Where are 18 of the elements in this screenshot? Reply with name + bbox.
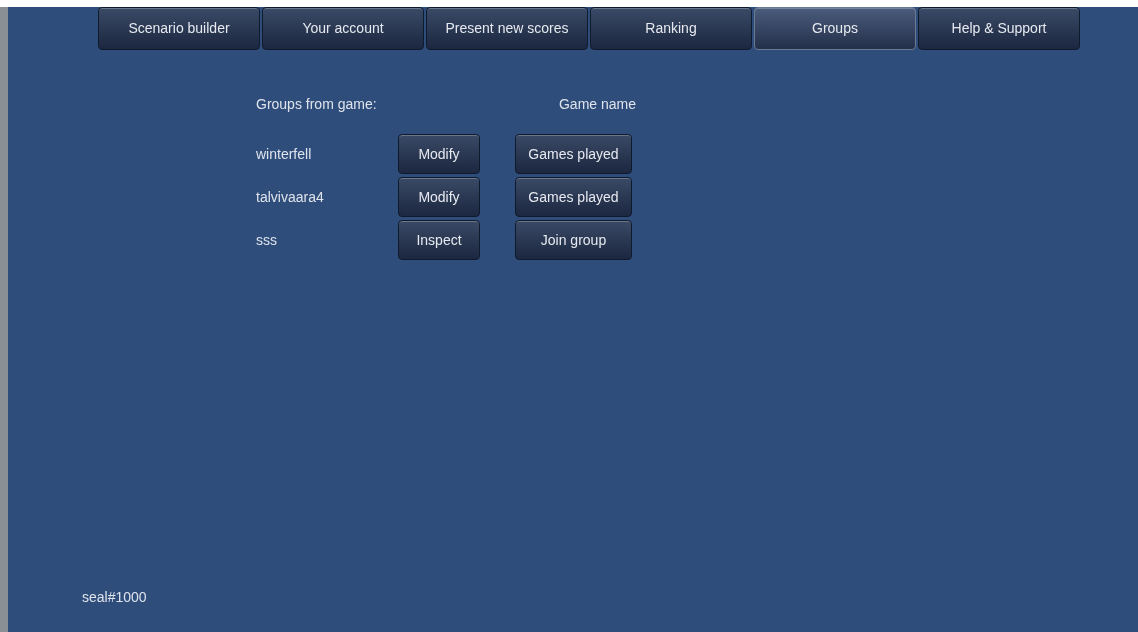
- game-action-button[interactable]: Join group: [515, 220, 632, 260]
- username: seal#1000: [82, 588, 148, 607]
- group-action-button[interactable]: Modify: [398, 134, 480, 174]
- group-action-button[interactable]: Modify: [398, 177, 480, 217]
- nav-tab[interactable]: Ranking: [590, 7, 752, 50]
- nav-tab[interactable]: Scenario builder: [98, 7, 260, 50]
- nav-tab[interactable]: Your account: [262, 7, 424, 50]
- group-name: winterfell: [256, 144, 313, 164]
- nav-tab[interactable]: Groups: [754, 7, 916, 50]
- game-name-heading: Game name: [558, 95, 636, 114]
- group-name: sss: [256, 230, 278, 250]
- group-action-button[interactable]: Inspect: [398, 220, 480, 260]
- game-action-button[interactable]: Games played: [515, 177, 632, 217]
- groups-heading: Groups from game:: [256, 95, 377, 114]
- group-name: talvivaara4: [256, 187, 325, 207]
- game-action-button[interactable]: Games played: [515, 134, 632, 174]
- nav-tab[interactable]: Present new scores: [426, 7, 588, 50]
- nav-tab[interactable]: Help & Support: [918, 7, 1080, 50]
